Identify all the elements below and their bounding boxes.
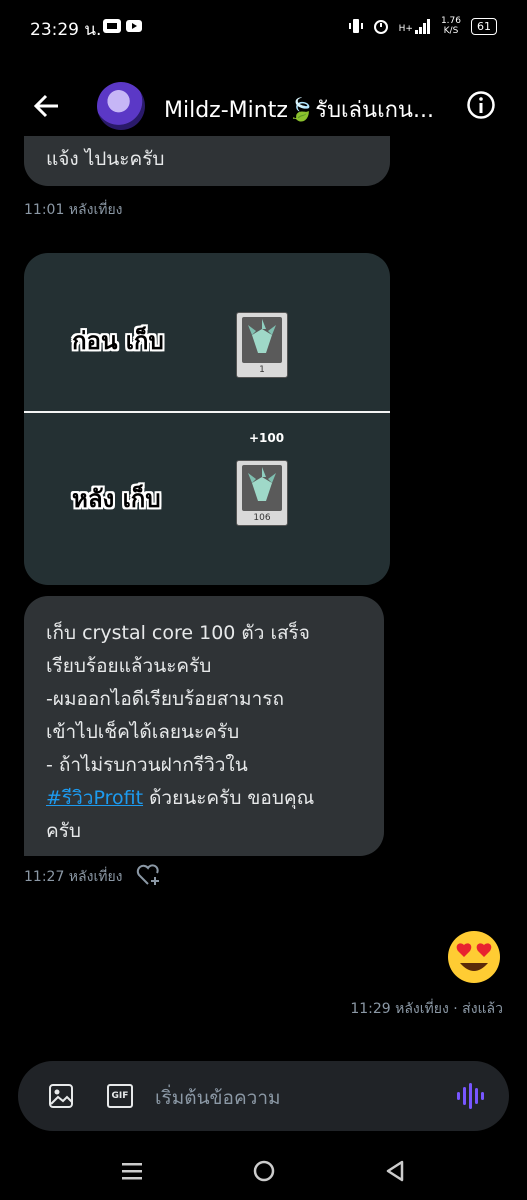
crystal-core-icon xyxy=(242,465,282,511)
vibrate-icon xyxy=(348,19,363,33)
status-time: 23:29 น. xyxy=(30,20,102,40)
message-timestamp: 11:29 หลังเที่ยง · ส่งแล้ว xyxy=(350,1001,503,1017)
message-timestamp: 11:01 หลังเที่ยง xyxy=(24,202,123,218)
heart-eyes-emoji-icon xyxy=(448,931,500,983)
message-bubble-received[interactable]: เก็บ crystal core 100 ตัว เสร็จ เรียบร้อ… xyxy=(24,596,384,856)
message-line: เข้าไปเช็คได้เลยนะครับ xyxy=(46,721,240,743)
message-timestamp: 11:27 หลังเที่ยง xyxy=(24,869,123,885)
alarm-icon xyxy=(373,20,388,34)
system-nav-bar xyxy=(0,1140,527,1200)
youtube-icon xyxy=(126,20,142,32)
info-icon[interactable] xyxy=(466,90,496,120)
message-line: - ถ้าไม่รบกวนฝากรีวิวใน xyxy=(46,754,248,776)
message-input[interactable]: เริ่มต้นข้อความ xyxy=(155,1083,281,1113)
conversation-header: Mildz-Mintz🍃รับเล่นเกน... xyxy=(0,70,527,142)
status-bar: 23:29 น. H+ 1.76 K/S 61 xyxy=(0,0,527,56)
message-line: #รีวิวProfit ด้วยนะครับ ขอบคุณ xyxy=(46,783,314,813)
avatar[interactable] xyxy=(97,82,145,130)
network-type: H+ xyxy=(398,24,413,34)
hashtag-link[interactable]: #รีวิวProfit xyxy=(46,787,143,809)
message-text: แจ้ง ไปนะครับ xyxy=(46,148,165,170)
message-line: -ผมออกไอดีเรียบร้อยสามารถ xyxy=(46,688,284,710)
gif-icon[interactable]: GIF xyxy=(107,1084,133,1108)
recents-icon[interactable] xyxy=(120,1160,144,1182)
net-speed-unit: K/S xyxy=(443,26,459,36)
back-icon[interactable] xyxy=(384,1159,406,1183)
item-count-after: 106 xyxy=(253,513,271,523)
react-heart-plus-icon[interactable] xyxy=(136,863,162,887)
voice-message-icon[interactable] xyxy=(456,1082,486,1110)
message-line: ครับ xyxy=(46,820,81,842)
message-line: เก็บ crystal core 100 ตัว เสร็จ xyxy=(46,622,310,644)
message-text: ด้วยนะครับ ขอบคุณ xyxy=(143,787,315,809)
plus-label: +100 xyxy=(249,431,285,445)
back-arrow-icon[interactable] xyxy=(28,88,64,124)
message-composer: GIF เริ่มต้นข้อความ xyxy=(18,1061,509,1131)
crystal-core-icon xyxy=(242,317,282,363)
message-line: เรียบร้อยแล้วนะครับ xyxy=(46,655,212,677)
image-divider xyxy=(24,411,390,413)
message-bubble-received[interactable]: แจ้ง ไปนะครับ xyxy=(24,136,390,186)
sent-emoji-message[interactable] xyxy=(446,929,502,985)
notification-app-icon xyxy=(103,19,121,33)
after-label: หลัง เก็บ xyxy=(72,485,161,513)
image-icon[interactable] xyxy=(48,1083,74,1109)
net-speed: 1.76 xyxy=(440,16,461,26)
conversation-title[interactable]: Mildz-Mintz🍃รับเล่นเกน... xyxy=(164,92,464,127)
item-slot-after: 106 xyxy=(236,460,288,526)
status-right: H+ 1.76 K/S 61 xyxy=(348,16,497,36)
item-count-before: 1 xyxy=(259,365,265,375)
before-label: ก่อน เก็บ xyxy=(72,327,164,355)
battery-level: 61 xyxy=(477,19,491,33)
home-icon[interactable] xyxy=(252,1159,276,1183)
battery-icon: 61 xyxy=(471,17,497,35)
image-message[interactable]: ก่อน เก็บ 1 +100 หลัง เก็บ 106 xyxy=(24,253,390,585)
item-slot-before: 1 xyxy=(236,312,288,378)
signal-icon xyxy=(414,19,430,34)
